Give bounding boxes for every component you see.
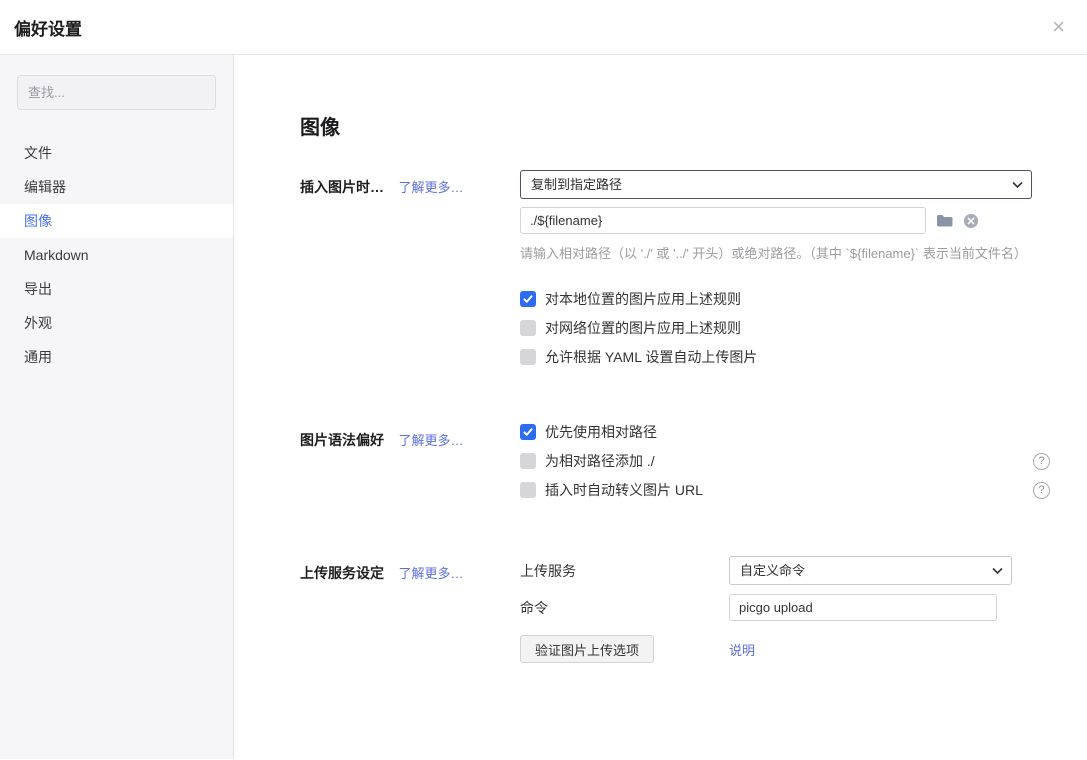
upload-help-link[interactable]: 说明 <box>729 640 755 659</box>
command-field-label: 命令 <box>520 598 729 618</box>
image-syntax-section: 图片语法偏好 了解更多… 优先使用相对路径 为相对路径添加 ./ <box>300 423 1087 510</box>
apply-network-rule-row[interactable]: 对网络位置的图片应用上述规则 <box>520 319 1032 337</box>
insert-image-learn-more-link[interactable]: 了解更多… <box>398 180 463 195</box>
apply-network-rule-checkbox[interactable] <box>520 320 536 336</box>
apply-local-rule-label: 对本地位置的图片应用上述规则 <box>545 289 741 309</box>
page-title: 图像 <box>300 111 1087 140</box>
sidebar: 文件 编辑器 图像 Markdown 导出 外观 通用 <box>0 55 234 759</box>
copy-path-input[interactable] <box>520 207 926 234</box>
apply-local-rule-checkbox[interactable] <box>520 291 536 307</box>
escape-url-label: 插入时自动转义图片 URL <box>545 480 703 500</box>
titlebar: 偏好设置 × <box>0 0 1087 55</box>
insert-image-section: 插入图片时… 了解更多… 复制到指定路径 <box>300 170 1087 377</box>
upload-service-label: 上传服务设定 <box>300 565 384 581</box>
insert-image-label: 插入图片时… <box>300 179 384 195</box>
yaml-auto-upload-row[interactable]: 允许根据 YAML 设置自动上传图片 <box>520 348 1032 366</box>
apply-network-rule-label: 对网络位置的图片应用上述规则 <box>545 318 741 338</box>
add-dot-slash-row[interactable]: 为相对路径添加 ./ ? <box>520 452 1050 470</box>
prefer-relative-path-checkbox[interactable] <box>520 424 536 440</box>
sidebar-item-image[interactable]: 图像 <box>0 204 233 238</box>
search-input[interactable] <box>17 75 216 110</box>
window-title: 偏好设置 <box>14 15 82 40</box>
prefer-relative-path-row[interactable]: 优先使用相对路径 <box>520 423 1050 441</box>
sidebar-item-file[interactable]: 文件 <box>0 136 233 170</box>
sidebar-item-export[interactable]: 导出 <box>0 272 233 306</box>
sidebar-item-general[interactable]: 通用 <box>0 340 233 374</box>
add-dot-slash-label: 为相对路径添加 ./ <box>545 451 655 471</box>
add-dot-slash-checkbox[interactable] <box>520 453 536 469</box>
path-hint-text: 请输入相对路径（以 './' 或 '../' 开头）或绝对路径。（其中 `${f… <box>520 243 1032 262</box>
validate-row: 验证图片上传选项 说明 <box>520 635 1032 663</box>
image-syntax-learn-more-link[interactable]: 了解更多… <box>398 433 463 448</box>
upload-service-field-label: 上传服务 <box>520 561 729 581</box>
escape-url-row[interactable]: 插入时自动转义图片 URL ? <box>520 481 1050 499</box>
sidebar-nav: 文件 编辑器 图像 Markdown 导出 外观 通用 <box>0 136 233 374</box>
command-input[interactable] <box>729 594 997 621</box>
validate-upload-button[interactable]: 验证图片上传选项 <box>520 635 654 663</box>
sidebar-item-markdown[interactable]: Markdown <box>0 238 233 272</box>
close-icon[interactable]: × <box>1048 12 1069 42</box>
upload-service-select[interactable]: 自定义命令 <box>729 556 1012 585</box>
insert-action-select[interactable]: 复制到指定路径 <box>520 170 1032 199</box>
sidebar-item-editor[interactable]: 编辑器 <box>0 170 233 204</box>
main-panel: 图像 插入图片时… 了解更多… 复制到指定路径 <box>234 55 1087 759</box>
prefer-relative-path-label: 优先使用相对路径 <box>545 422 657 442</box>
image-syntax-label: 图片语法偏好 <box>300 432 384 448</box>
sidebar-item-appearance[interactable]: 外观 <box>0 306 233 340</box>
yaml-auto-upload-checkbox[interactable] <box>520 349 536 365</box>
escape-url-checkbox[interactable] <box>520 482 536 498</box>
upload-service-section: 上传服务设定 了解更多… 上传服务 自定义命令 命令 <box>300 556 1087 663</box>
escape-url-help-icon[interactable]: ? <box>1033 482 1050 499</box>
command-row: 命令 <box>520 594 1032 621</box>
folder-browse-icon[interactable] <box>936 214 953 228</box>
yaml-auto-upload-label: 允许根据 YAML 设置自动上传图片 <box>545 347 757 367</box>
upload-service-learn-more-link[interactable]: 了解更多… <box>398 566 463 581</box>
apply-local-rule-row[interactable]: 对本地位置的图片应用上述规则 <box>520 290 1032 308</box>
add-dot-slash-help-icon[interactable]: ? <box>1033 453 1050 470</box>
upload-service-row: 上传服务 自定义命令 <box>520 556 1032 585</box>
clear-path-icon[interactable] <box>963 213 979 229</box>
